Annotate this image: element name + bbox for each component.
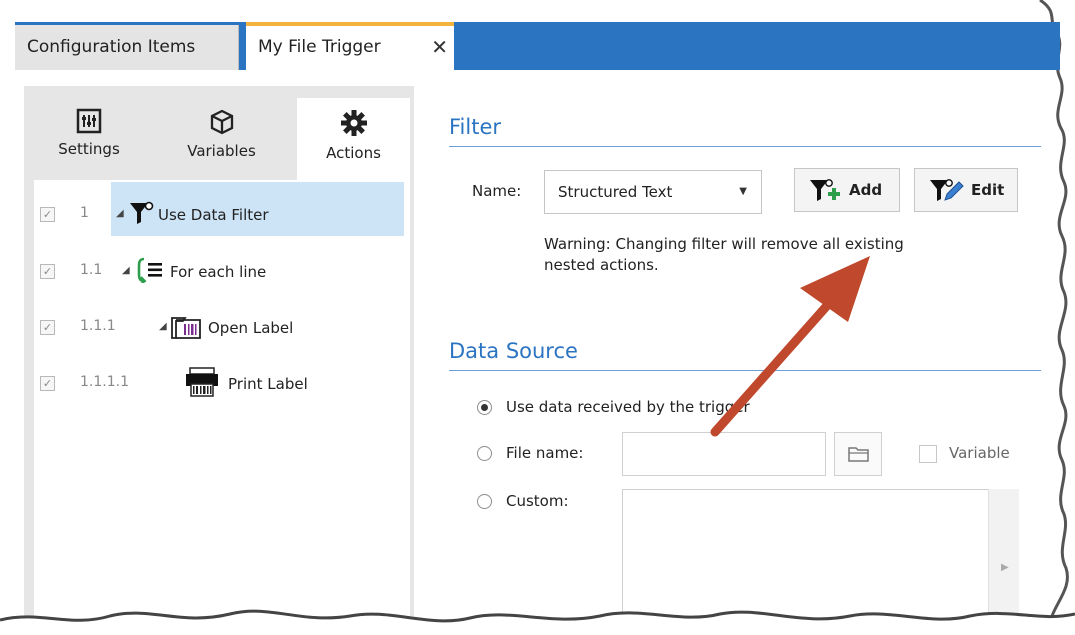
annotation-arrow — [710, 256, 870, 437]
torn-bottom-edge — [0, 609, 1075, 635]
